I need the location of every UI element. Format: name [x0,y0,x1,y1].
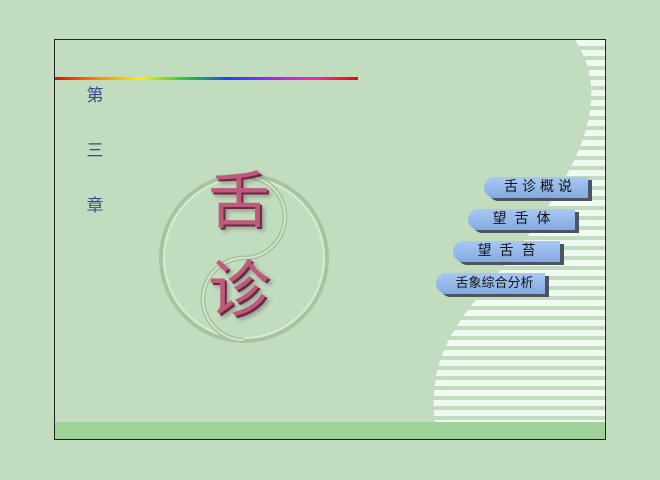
chapter-char-1: 第 [86,86,104,106]
menu-button-tongue-body[interactable]: 望舌体 [468,209,575,230]
chapter-char-2: 三 [86,141,104,161]
striped-wave-decoration [433,40,605,424]
menu-button-tongue-coating[interactable]: 望舌苔 [453,241,560,262]
bottom-bar [55,422,605,439]
slide-canvas: 第 三 章 舌 诊 舌诊概说 望舌体 望舌苔 舌象综合分析 [54,39,606,440]
menu-button-overview[interactable]: 舌诊概说 [484,177,588,198]
rainbow-divider-line [55,77,358,80]
chapter-label: 第 三 章 [77,88,113,253]
title-char-she: 舌 [208,164,271,237]
menu-button-comprehensive-analysis[interactable]: 舌象综合分析 [436,273,545,294]
chapter-char-3: 章 [86,196,104,216]
title-char-zhen: 诊 [208,253,271,326]
